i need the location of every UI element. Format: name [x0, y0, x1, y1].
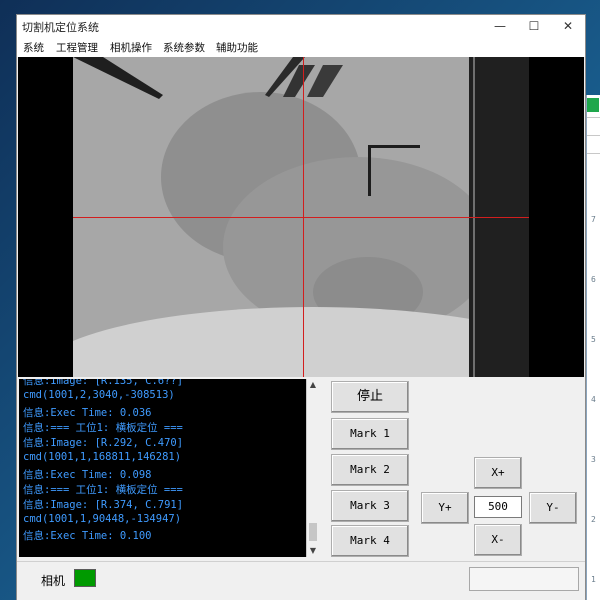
- x-minus-button[interactable]: X-: [474, 524, 522, 556]
- background-window: 7 6 5 4 3 2 1: [586, 95, 600, 600]
- axis-number: 6: [591, 275, 596, 284]
- close-icon[interactable]: ✕: [551, 15, 585, 37]
- title-bar[interactable]: 切割机定位系统 — ☐ ✕: [17, 15, 585, 37]
- chevron-up-icon[interactable]: ▲: [307, 379, 318, 391]
- l-mark-vertical: [368, 146, 371, 196]
- menu-bar: 系统 工程管理 相机操作 系统参数 辅助功能: [17, 37, 585, 57]
- y-minus-button[interactable]: Y-: [529, 492, 577, 524]
- axis-number: 5: [591, 335, 596, 344]
- menu-camera[interactable]: 相机操作: [110, 40, 152, 55]
- log-line: 信息:Exec Time: 0.098: [23, 469, 152, 481]
- maximize-icon[interactable]: ☐: [517, 15, 551, 37]
- log-line: 信息:=== 工位1: 横板定位 ===: [23, 422, 183, 434]
- main-window: 切割机定位系统 — ☐ ✕ 系统 工程管理 相机操作 系统参数 辅助功能 信息:…: [16, 14, 586, 600]
- camera-status-label: 相机: [41, 574, 66, 588]
- jog-step-input[interactable]: 500: [474, 496, 522, 518]
- mark4-button[interactable]: Mark 4: [331, 525, 409, 557]
- log-line: cmd(1001,1,168811,146281): [23, 451, 182, 463]
- x-plus-button[interactable]: X+: [474, 457, 522, 489]
- log-line: 信息:Image: [R.292, C.470]: [23, 437, 184, 449]
- minimize-icon[interactable]: —: [483, 15, 517, 37]
- log-line: 信息:=== 工位1: 横板定位 ===: [23, 484, 183, 496]
- mark1-button[interactable]: Mark 1: [331, 418, 409, 450]
- log-line: 信息:Exec Time: 0.036: [23, 407, 152, 419]
- axis-number: 7: [591, 215, 596, 224]
- menu-project[interactable]: 工程管理: [56, 40, 98, 55]
- crosshair-horizontal: [73, 217, 529, 218]
- chevron-down-icon[interactable]: ▼: [307, 545, 318, 557]
- stop-button[interactable]: 停止: [331, 381, 409, 413]
- status-field: [469, 567, 579, 591]
- menu-system[interactable]: 系统: [23, 40, 44, 55]
- log-line: cmd(1001,2,3040,-308513): [23, 389, 175, 401]
- l-mark-horizontal: [368, 145, 420, 148]
- camera-status-indicator: [74, 569, 96, 587]
- log-console[interactable]: 信息:Image: [R.135, C.6??] cmd(1001,2,3040…: [19, 379, 318, 557]
- menu-tools[interactable]: 辅助功能: [216, 40, 258, 55]
- menu-parameters[interactable]: 系统参数: [163, 40, 205, 55]
- log-scrollbar[interactable]: ▲ ▼: [306, 379, 318, 557]
- log-line: 信息:Exec Time: 0.100: [23, 530, 152, 542]
- window-title: 切割机定位系统: [22, 21, 99, 34]
- log-line: 信息:Image: [R.135, C.6??]: [23, 379, 184, 387]
- y-plus-button[interactable]: Y+: [421, 492, 469, 524]
- axis-number: 4: [591, 395, 596, 404]
- camera-view[interactable]: [18, 57, 584, 377]
- app-icon: [587, 98, 599, 112]
- log-line: 信息:Image: [R.374, C.791]: [23, 499, 184, 511]
- axis-number: 3: [591, 455, 596, 464]
- mark2-button[interactable]: Mark 2: [331, 454, 409, 486]
- log-line: cmd(1001,1,90448,-134947): [23, 513, 182, 525]
- axis-number: 2: [591, 515, 596, 524]
- mark3-button[interactable]: Mark 3: [331, 490, 409, 522]
- status-bar: 相机: [17, 561, 585, 600]
- axis-number: 1: [591, 575, 596, 584]
- scroll-thumb[interactable]: [309, 523, 317, 541]
